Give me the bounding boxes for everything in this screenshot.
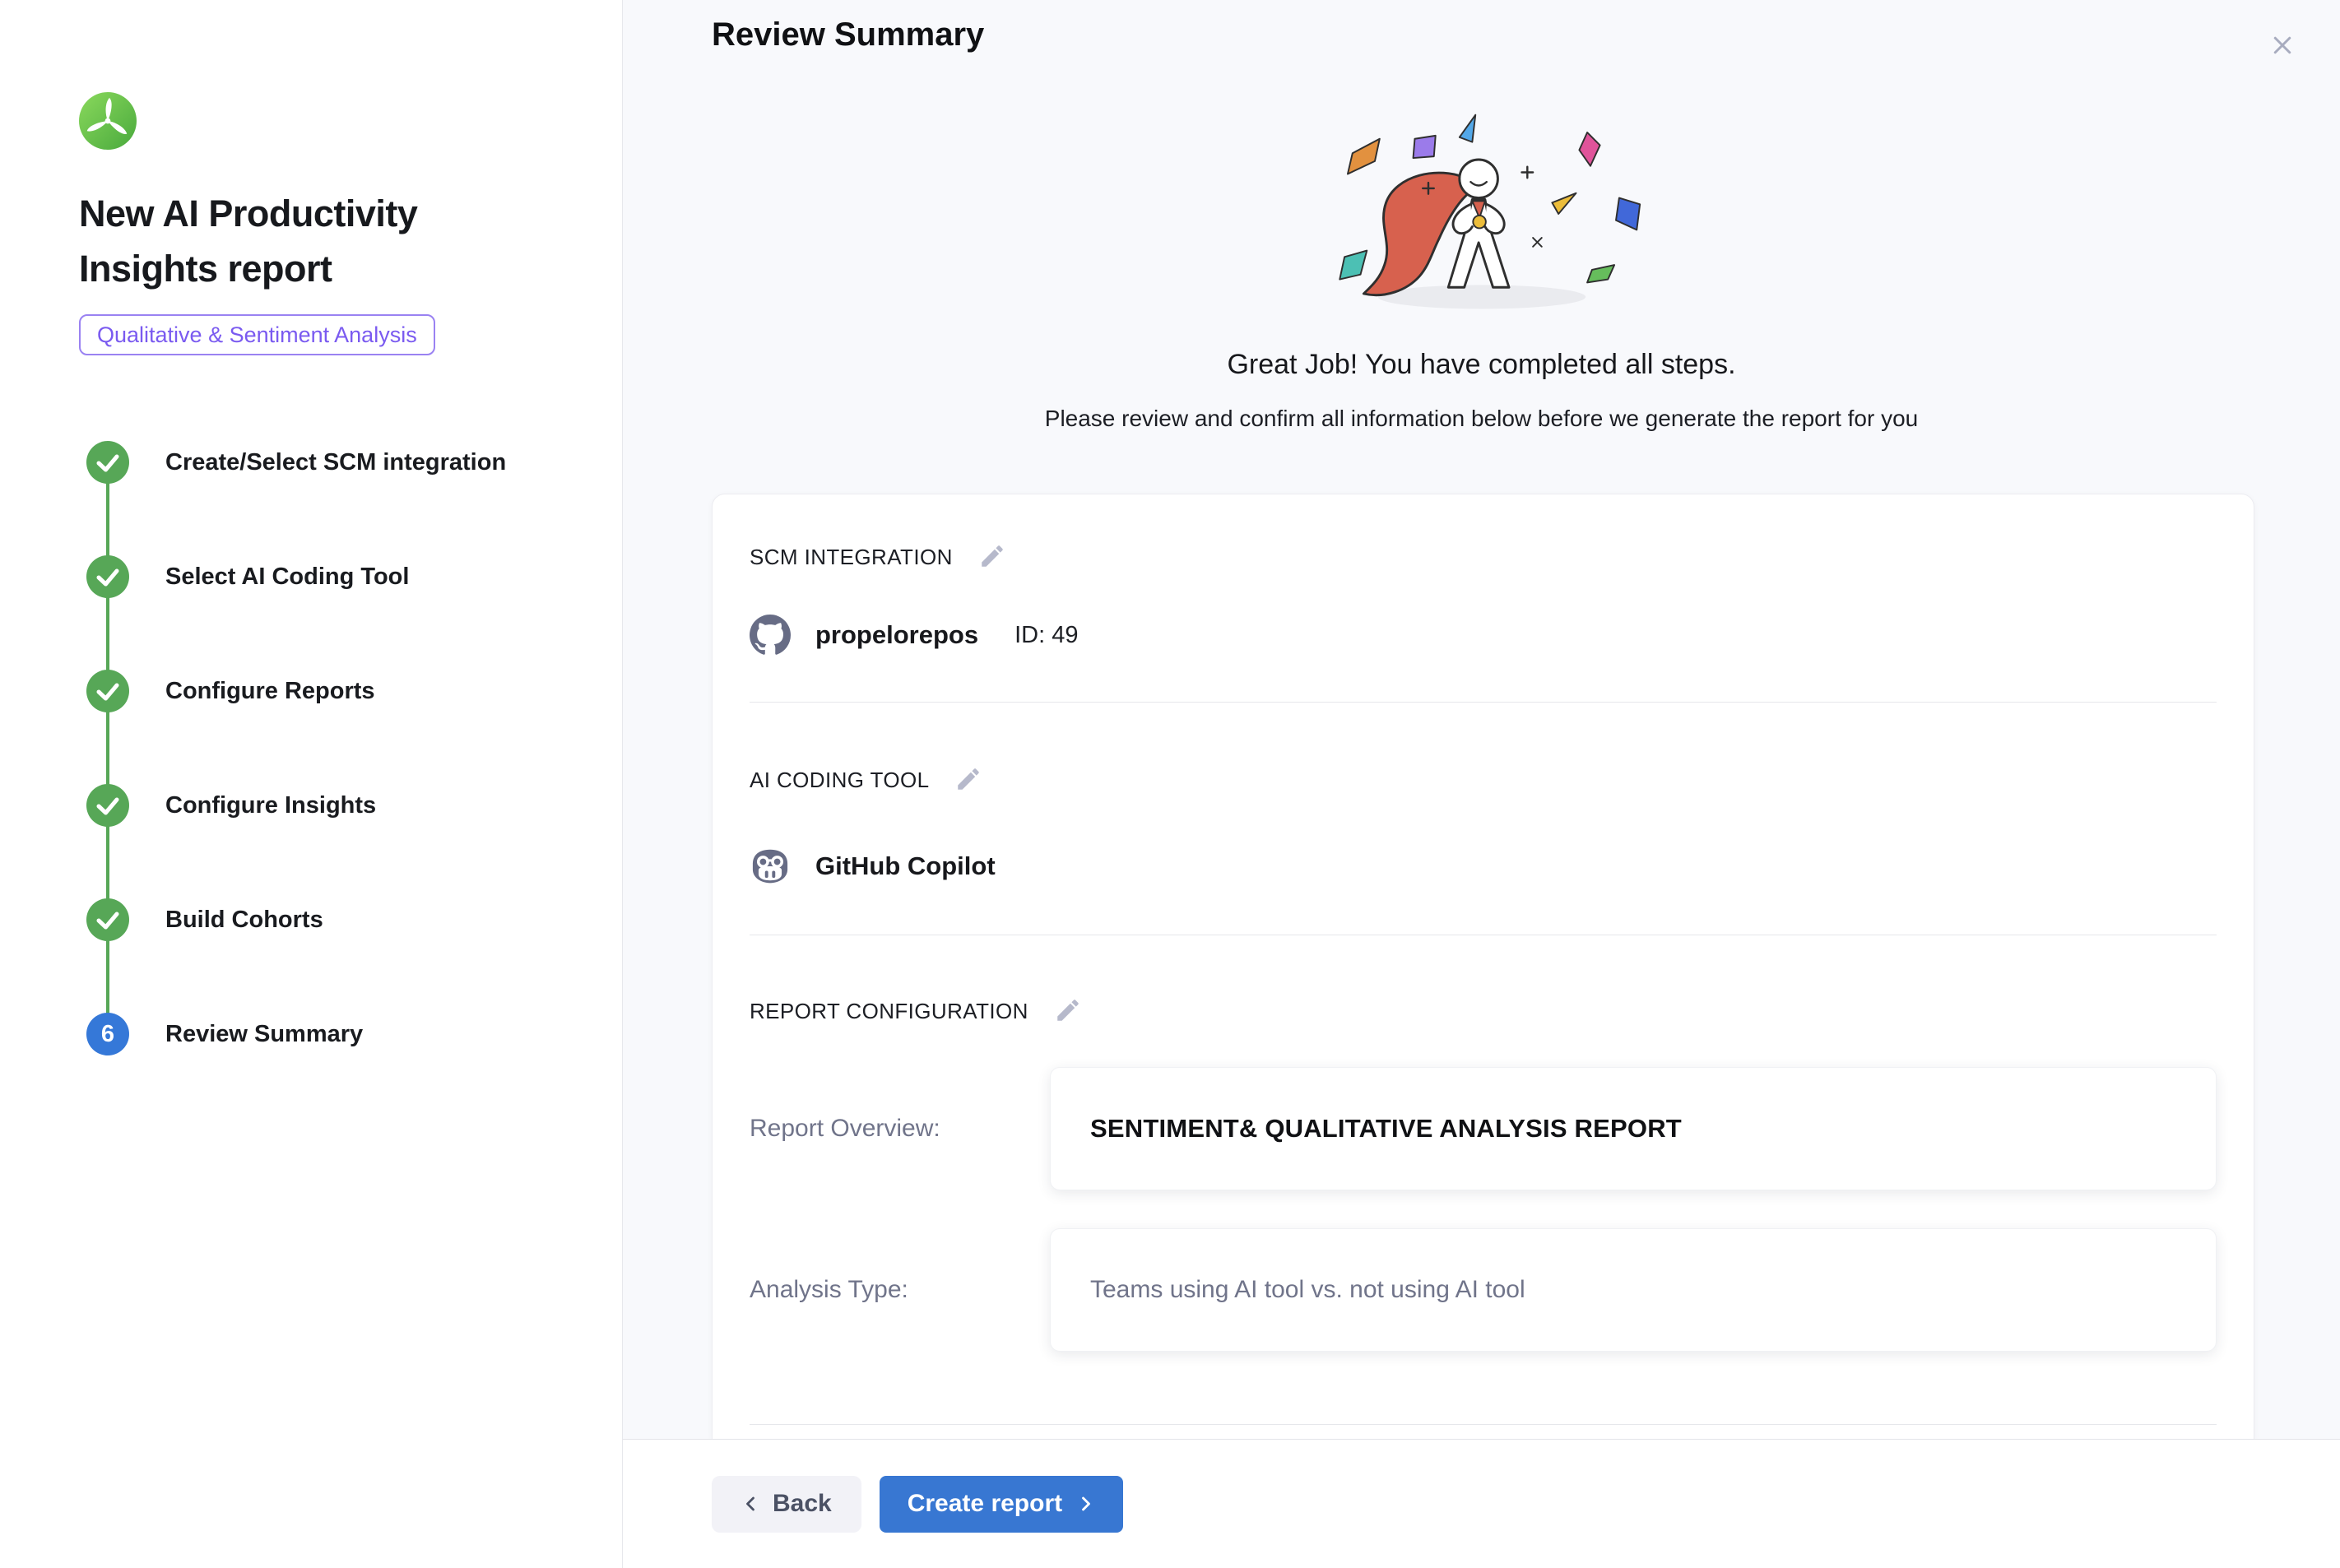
check-icon (86, 784, 129, 827)
ai-tool-section-header: AI CODING TOOL (750, 765, 2217, 795)
scm-section-header: SCM INTEGRATION (750, 542, 2217, 572)
step-number-badge: 6 (86, 1013, 129, 1055)
section-divider (750, 1424, 2217, 1425)
step-number: 6 (101, 1021, 114, 1048)
chevron-right-icon (1075, 1494, 1095, 1514)
report-type-badge: Qualitative & Sentiment Analysis (79, 314, 435, 355)
check-icon (86, 555, 129, 598)
ai-tool-section-label: AI CODING TOOL (750, 768, 929, 793)
back-button-label: Back (773, 1490, 832, 1518)
step-item-ai-coding-tool[interactable]: Select AI Coding Tool (86, 555, 589, 598)
completion-hero: Great Job! You have completed all steps.… (623, 0, 2340, 432)
report-overview-value: SENTIMENT& QUALITATIVE ANALYSIS REPORT (1090, 1114, 1682, 1144)
ai-tool-row: GitHub Copilot (750, 846, 2217, 887)
pencil-icon[interactable] (977, 542, 1007, 572)
scm-integration-row: propelorepos ID: 49 (750, 615, 2217, 656)
stepper-connector (106, 462, 109, 1034)
celebration-illustration (1251, 105, 1712, 321)
review-summary-panel: Review Summary (623, 0, 2340, 1568)
chevron-left-icon (741, 1494, 761, 1514)
pencil-icon[interactable] (954, 765, 983, 795)
propeller-logo-icon (79, 92, 137, 150)
check-icon (86, 670, 129, 712)
hero-heading: Great Job! You have completed all steps. (623, 349, 2340, 381)
report-config-section-label: REPORT CONFIGURATION (750, 999, 1028, 1024)
step-label: Build Cohorts (165, 907, 323, 934)
step-item-build-cohorts[interactable]: Build Cohorts (86, 898, 589, 941)
report-wizard-window: New AI Productivity Insights report Qual… (0, 0, 2340, 1568)
copilot-icon (750, 846, 791, 887)
step-label: Select AI Coding Tool (165, 564, 409, 591)
step-item-scm-integration[interactable]: Create/Select SCM integration (86, 441, 589, 484)
scm-integration-id: ID: 49 (1014, 622, 1078, 649)
analysis-type-value-card: Teams using AI tool vs. not using AI too… (1050, 1228, 2217, 1352)
report-config-section-header: REPORT CONFIGURATION (750, 996, 2217, 1026)
hero-subheading: Please review and confirm all informatio… (623, 406, 2340, 432)
back-button[interactable]: Back (712, 1476, 861, 1533)
wizard-title: New AI Productivity Insights report (79, 186, 527, 296)
step-item-configure-reports[interactable]: Configure Reports (86, 670, 589, 712)
analysis-type-row: Analysis Type: Teams using AI tool vs. n… (750, 1228, 2217, 1352)
step-label: Create/Select SCM integration (165, 449, 506, 476)
section-divider (750, 702, 2217, 703)
analysis-type-value: Teams using AI tool vs. not using AI too… (1090, 1276, 1525, 1304)
step-label: Review Summary (165, 1021, 363, 1048)
scm-integration-name: propelorepos (815, 620, 978, 650)
step-label: Configure Insights (165, 792, 376, 819)
scm-section-label: SCM INTEGRATION (750, 545, 953, 570)
ai-tool-name: GitHub Copilot (815, 851, 996, 881)
check-icon (86, 898, 129, 941)
report-overview-label: Report Overview: (750, 1115, 1050, 1143)
step-item-review-summary[interactable]: 6 Review Summary (86, 1013, 589, 1055)
step-item-configure-insights[interactable]: Configure Insights (86, 784, 589, 827)
stepper: Create/Select SCM integration Select AI … (86, 441, 589, 1055)
report-overview-row: Report Overview: SENTIMENT& QUALITATIVE … (750, 1067, 2217, 1190)
step-label: Configure Reports (165, 678, 375, 705)
create-report-button[interactable]: Create report (880, 1476, 1123, 1533)
github-icon (750, 615, 791, 656)
wizard-footer: Back Create report (623, 1439, 2340, 1568)
analysis-type-label: Analysis Type: (750, 1276, 1050, 1304)
create-report-button-label: Create report (908, 1490, 1062, 1518)
summary-card: SCM INTEGRATION propelorepos ID: 49 AI C… (712, 494, 2254, 1439)
pencil-icon[interactable] (1053, 996, 1083, 1026)
sidebar: New AI Productivity Insights report Qual… (0, 0, 623, 1568)
report-overview-value-card: SENTIMENT& QUALITATIVE ANALYSIS REPORT (1050, 1067, 2217, 1190)
check-icon (86, 441, 129, 484)
